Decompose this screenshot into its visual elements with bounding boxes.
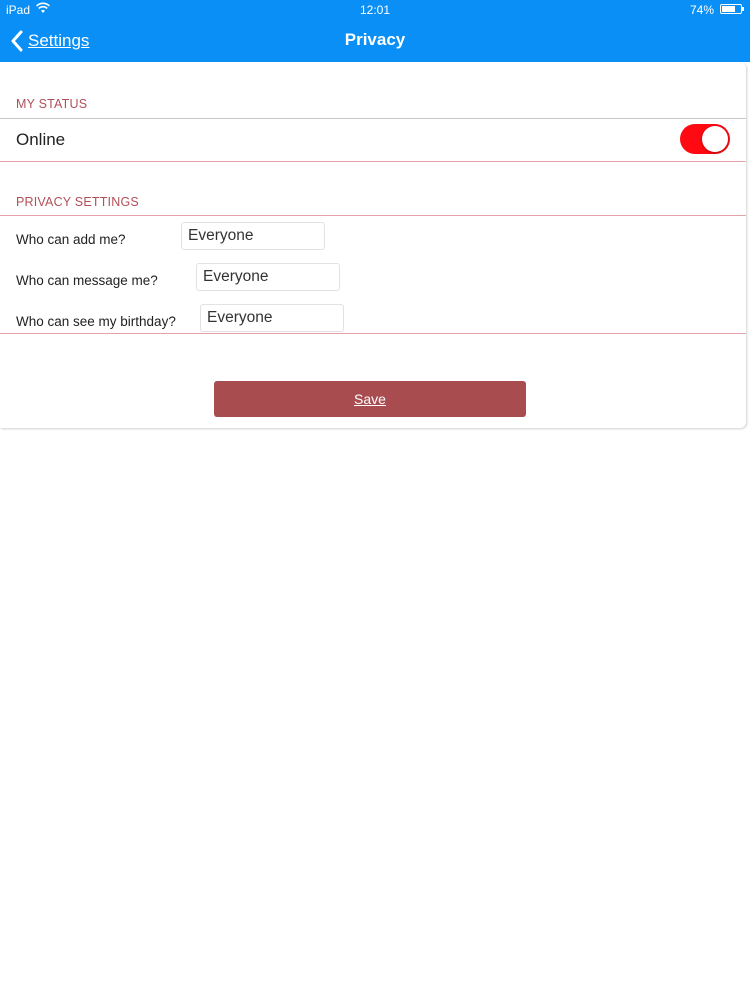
battery-icon: [720, 4, 744, 14]
page-title: Privacy: [344, 30, 406, 49]
battery-fill: [722, 6, 735, 12]
who-can-see-birthday-label: Who can see my birthday?: [16, 314, 176, 329]
privacy-card: MY STATUS Online PRIVACY SETTINGS Who ca…: [0, 62, 746, 428]
online-toggle[interactable]: [680, 124, 730, 154]
navigation-bar: iPad 12:01 74% Settings Privacy: [0, 0, 750, 62]
divider: [0, 215, 746, 216]
my-status-header: MY STATUS: [16, 97, 88, 111]
online-label: Online: [16, 130, 66, 149]
divider: [0, 161, 746, 162]
divider: [0, 333, 746, 334]
privacy-settings-header: PRIVACY SETTINGS: [16, 195, 139, 209]
status-bar: iPad 12:01 74%: [0, 0, 750, 20]
who-can-see-birthday-field[interactable]: Everyone: [200, 304, 344, 332]
battery-percent: 74%: [689, 3, 714, 17]
save-button[interactable]: Save: [214, 381, 526, 417]
clock: 12:01: [359, 3, 391, 17]
who-can-add-label: Who can add me?: [16, 232, 126, 247]
who-can-message-label: Who can message me?: [16, 273, 158, 288]
who-can-message-field[interactable]: Everyone: [196, 263, 340, 291]
divider: [0, 118, 746, 119]
toggle-knob: [702, 126, 728, 152]
who-can-add-field[interactable]: Everyone: [181, 222, 325, 250]
